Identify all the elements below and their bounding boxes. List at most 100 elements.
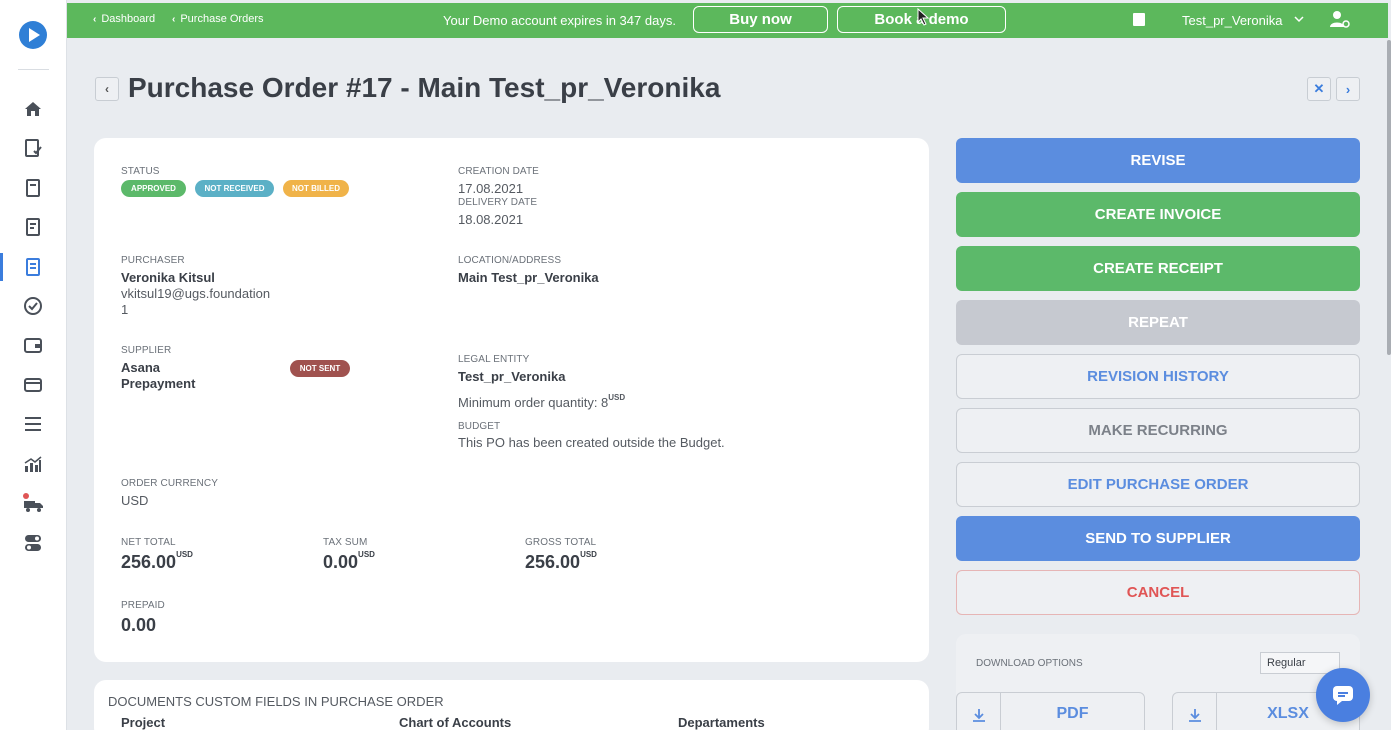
min-order-unit: USD (608, 393, 626, 402)
check-circle-icon (24, 297, 42, 315)
close-icon[interactable]: ✕ (1307, 77, 1331, 101)
tax-sum-number: 0.00 (323, 552, 359, 572)
download-icon (1173, 693, 1217, 730)
download-options-label: DOWNLOAD OPTIONS (976, 658, 1083, 669)
budget-value: This PO has been created outside the Bud… (458, 435, 725, 450)
prepaid-value: 0.00 (121, 615, 157, 635)
chat-icon (1333, 686, 1353, 705)
pdf-label: PDF (1056, 705, 1089, 722)
legal-entity-label: LEGAL ENTITY (458, 354, 530, 365)
purchaser-label: PURCHASER (121, 255, 185, 266)
app-logo-icon[interactable] (19, 21, 47, 49)
order-currency-value: USD (121, 493, 149, 508)
page-title: Purchase Order #17 - Main Test_pr_Veroni… (128, 72, 721, 103)
sidebar-item-documents[interactable] (0, 170, 66, 206)
sidebar-item-deliveries[interactable] (0, 485, 66, 521)
custom-fields-title: DOCUMENTS CUSTOM FIELDS IN PURCHASE ORDE… (108, 694, 444, 709)
mouse-cursor-icon (917, 8, 929, 26)
supplier-sent-badge: NOT SENT (290, 360, 350, 377)
send-to-supplier-button[interactable]: SEND TO SUPPLIER (956, 516, 1360, 561)
legal-entity-value: Test_pr_Veronika (458, 369, 566, 384)
net-total-number: 256.00 (121, 552, 177, 572)
document-alt-icon (26, 218, 40, 236)
demo-expiry-text: Your Demo account expires in 347 days. (443, 13, 676, 28)
delivery-date-value: 18.08.2021 (458, 212, 524, 227)
location-value: Main Test_pr_Veronika (458, 270, 599, 285)
tax-sum-value: 0.00USD (323, 550, 375, 573)
currency-unit: USD (580, 550, 597, 559)
prepaid-label: PREPAID (121, 600, 165, 611)
sidebar-item-lists[interactable] (0, 406, 66, 442)
download-icon (957, 693, 1001, 730)
book-icon[interactable] (1133, 13, 1145, 26)
custom-fields-card: DOCUMENTS CUSTOM FIELDS IN PURCHASE ORDE… (94, 680, 929, 730)
supplier-name[interactable]: Asana (121, 360, 160, 375)
breadcrumb-purchase-orders[interactable]: ‹ Purchase Orders (172, 13, 264, 25)
po-details-card: STATUS APPROVED NOT RECEIVED NOT BILLED … (94, 138, 929, 662)
status-label: STATUS (121, 166, 160, 177)
sidebar-item-home[interactable] (0, 91, 66, 127)
repeat-button[interactable]: REPEAT (956, 300, 1360, 345)
home-icon (25, 102, 41, 116)
currency-unit: USD (358, 550, 375, 559)
sidebar-item-analytics[interactable] (0, 446, 66, 482)
order-currency-label: ORDER CURRENCY (121, 478, 218, 489)
make-recurring-button[interactable]: MAKE RECURRING (956, 408, 1360, 453)
chevron-left-icon: ‹ (172, 13, 176, 25)
back-button[interactable]: ‹ (95, 77, 119, 101)
download-format-select[interactable]: Regular (1260, 652, 1340, 674)
chevron-down-icon[interactable] (1293, 11, 1305, 27)
buy-now-button[interactable]: Buy now (693, 6, 828, 33)
revise-button[interactable]: REVISE (956, 138, 1360, 183)
cancel-button[interactable]: CANCEL (956, 570, 1360, 615)
budget-label: BUDGET (458, 421, 501, 432)
net-total-value: 256.00USD (121, 550, 193, 573)
sidebar-item-payments[interactable] (0, 367, 66, 403)
edit-purchase-order-button[interactable]: EDIT PURCHASE ORDER (956, 462, 1360, 507)
analytics-icon (24, 456, 42, 472)
sidebar-divider (18, 69, 49, 70)
download-pdf-button[interactable]: PDF (956, 692, 1145, 730)
wallet-icon (24, 338, 42, 353)
sidebar-item-wallet[interactable] (0, 327, 66, 363)
gross-total-number: 256.00 (525, 552, 581, 572)
status-badge-approved: APPROVED (121, 180, 186, 197)
location-label: LOCATION/ADDRESS (458, 255, 562, 266)
chat-widget-button[interactable] (1316, 668, 1370, 722)
creation-date-label: CREATION DATE (458, 166, 539, 177)
create-invoice-button[interactable]: CREATE INVOICE (956, 192, 1360, 237)
user-settings-icon[interactable] (1329, 9, 1351, 29)
column-chart-of-accounts: Chart of Accounts (399, 715, 512, 730)
download-options-panel: DOWNLOAD OPTIONS Regular PDF XLSX (956, 634, 1360, 730)
column-departaments: Departaments (678, 715, 765, 730)
card-icon (24, 378, 42, 392)
sidebar-item-requests[interactable] (0, 130, 66, 166)
sidebar-item-approvals[interactable] (0, 288, 66, 324)
toggle-settings-icon (25, 535, 41, 551)
breadcrumb-label: Dashboard (101, 13, 156, 25)
currency-unit: USD (176, 550, 193, 559)
document-icon (26, 179, 40, 197)
create-receipt-button[interactable]: CREATE RECEIPT (956, 246, 1360, 291)
scrollbar-thumb[interactable] (1387, 40, 1391, 355)
sidebar-item-invoices[interactable] (0, 209, 66, 245)
breadcrumb-label: Purchase Orders (180, 13, 264, 25)
breadcrumb-dashboard[interactable]: ‹ Dashboard (93, 13, 155, 25)
purchaser-name: Veronika Kitsul (121, 270, 215, 285)
column-project: Project (121, 715, 166, 730)
top-bar: ‹ Dashboard ‹ Purchase Orders Your Demo … (67, 3, 1388, 38)
sidebar-item-purchase-orders[interactable] (0, 249, 66, 285)
sidebar-item-settings[interactable] (0, 525, 66, 561)
min-order-quantity: Minimum order quantity: 8USD (458, 393, 626, 410)
user-menu-name[interactable]: Test_pr_Veronika (1182, 13, 1282, 28)
sidebar (0, 0, 67, 730)
next-button[interactable]: › (1336, 77, 1360, 101)
menu-lines-icon (25, 417, 41, 431)
status-badge-not-received: NOT RECEIVED (195, 180, 274, 197)
revision-history-button[interactable]: REVISION HISTORY (956, 354, 1360, 399)
checklist-icon (25, 139, 42, 157)
purchaser-email-cont: 1 (121, 302, 129, 317)
tax-sum-label: TAX SUM (323, 537, 368, 548)
net-total-label: NET TOTAL (121, 537, 176, 548)
delivery-date-label: DELIVERY DATE (458, 197, 538, 208)
